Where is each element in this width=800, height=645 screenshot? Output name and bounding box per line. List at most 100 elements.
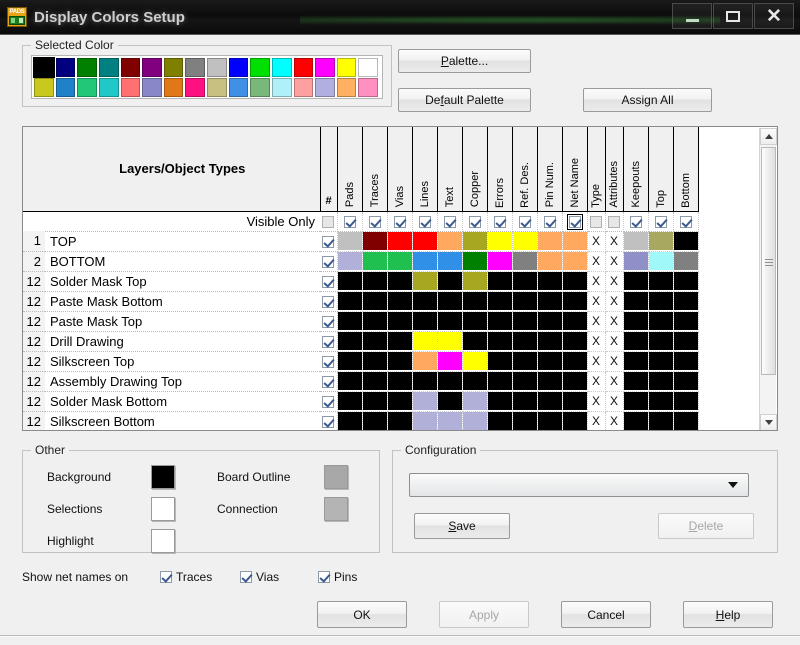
color-cell[interactable] [622,310,649,332]
color-cell[interactable] [511,370,538,392]
color-cell[interactable] [672,330,699,352]
color-cell[interactable] [336,290,363,312]
palette-swatch[interactable] [250,78,270,97]
color-cell[interactable] [622,270,649,292]
layer-visible-cell[interactable] [320,291,338,312]
palette-swatch[interactable] [207,58,227,77]
visible-only-checkbox[interactable] [493,215,506,228]
palette-swatch[interactable] [142,78,162,97]
layer-name[interactable]: Solder Mask Top [45,271,320,292]
visible-only-checkbox[interactable] [608,215,620,228]
color-cell[interactable] [386,230,413,252]
color-cell[interactable] [536,310,563,332]
layer-visible-checkbox[interactable] [322,415,335,428]
visible-only-cell[interactable] [412,211,438,232]
visible-only-cell[interactable] [623,211,649,232]
ok-button[interactable]: OK [317,601,407,628]
color-cell[interactable] [672,290,699,312]
color-cell[interactable] [336,230,363,252]
palette-swatch[interactable] [293,78,314,97]
color-cell[interactable] [647,230,674,252]
layer-visible-checkbox[interactable] [322,235,335,248]
palette-swatch[interactable] [120,78,141,97]
color-cell[interactable] [386,330,413,352]
palette-swatch[interactable] [98,78,119,97]
visible-only-cell[interactable] [673,211,699,232]
color-cell[interactable] [647,410,674,430]
layer-visible-checkbox[interactable] [322,295,335,308]
checkbox-vias[interactable]: Vias [240,570,279,584]
color-cell[interactable] [486,330,513,352]
layer-name[interactable]: Drill Drawing [45,331,320,352]
color-cell[interactable] [647,310,674,332]
color-cell[interactable] [672,230,699,252]
palette-swatch[interactable] [163,78,184,97]
help-button[interactable]: Help [683,601,773,628]
layer-visible-cell[interactable] [320,411,338,430]
color-cell[interactable] [361,390,388,412]
color-cell[interactable] [486,390,513,412]
color-cell[interactable] [361,350,388,372]
color-cell[interactable] [336,270,363,292]
visible-only-checkbox[interactable] [543,215,556,228]
color-cell[interactable] [461,370,488,392]
palette-swatch[interactable] [293,58,314,77]
highlight-color-button[interactable] [151,529,175,553]
background-color-button[interactable] [151,465,175,489]
palette-swatch[interactable] [34,78,54,97]
color-cell[interactable] [461,230,488,252]
layer-visible-checkbox[interactable] [322,375,335,388]
color-cell[interactable] [436,230,463,252]
color-cell[interactable] [511,310,538,332]
palette-swatch[interactable] [271,58,292,77]
color-cell[interactable] [561,350,588,372]
visible-only-checkbox[interactable] [566,213,583,230]
visible-only-cell[interactable] [648,211,674,232]
palette-swatch[interactable] [228,78,249,97]
color-cell[interactable] [411,390,438,412]
assign-all-button[interactable]: Assign All [583,88,712,112]
color-cell[interactable] [561,230,588,252]
visible-only-checkbox[interactable] [443,215,456,228]
table-row[interactable]: 12 Solder Mask Top X X [23,270,699,292]
color-cell[interactable] [672,310,699,332]
color-cell[interactable] [486,370,513,392]
checkbox-pins[interactable]: Pins [318,570,357,584]
color-cell[interactable] [486,250,513,272]
color-cell[interactable] [361,290,388,312]
layer-visible-cell[interactable] [320,331,338,352]
palette-swatch[interactable] [55,58,76,77]
color-cell[interactable] [561,330,588,352]
visible-only-cell[interactable] [605,211,624,232]
color-cell[interactable] [461,390,488,412]
visible-only-checkbox[interactable] [322,215,335,228]
color-cell[interactable] [672,390,699,412]
layer-visible-checkbox[interactable] [322,315,335,328]
color-cell[interactable] [536,230,563,252]
layer-name[interactable]: Silkscreen Bottom [45,411,320,430]
color-cell[interactable] [622,290,649,312]
color-cell[interactable] [647,350,674,372]
color-cell[interactable] [647,370,674,392]
color-cell[interactable] [672,370,699,392]
palette-swatches[interactable] [31,55,383,99]
layer-visible-checkbox[interactable] [322,395,335,408]
color-cell[interactable] [461,270,488,292]
color-cell[interactable] [511,230,538,252]
save-button[interactable]: Save [414,513,510,539]
visible-only-cell[interactable] [512,211,538,232]
layer-visible-cell[interactable] [320,371,338,392]
color-cell[interactable] [672,270,699,292]
layer-name[interactable]: Silkscreen Top [45,351,320,372]
color-cell[interactable] [461,330,488,352]
color-cell[interactable] [511,270,538,292]
color-cell[interactable] [336,370,363,392]
color-cell[interactable] [561,310,588,332]
color-cell[interactable] [647,250,674,272]
color-cell[interactable] [622,390,649,412]
table-row[interactable]: 2 BOTTOM X X [23,250,699,272]
color-cell[interactable] [411,350,438,372]
color-cell[interactable] [622,370,649,392]
layer-visible-cell[interactable] [320,311,338,332]
color-cell[interactable] [561,250,588,272]
